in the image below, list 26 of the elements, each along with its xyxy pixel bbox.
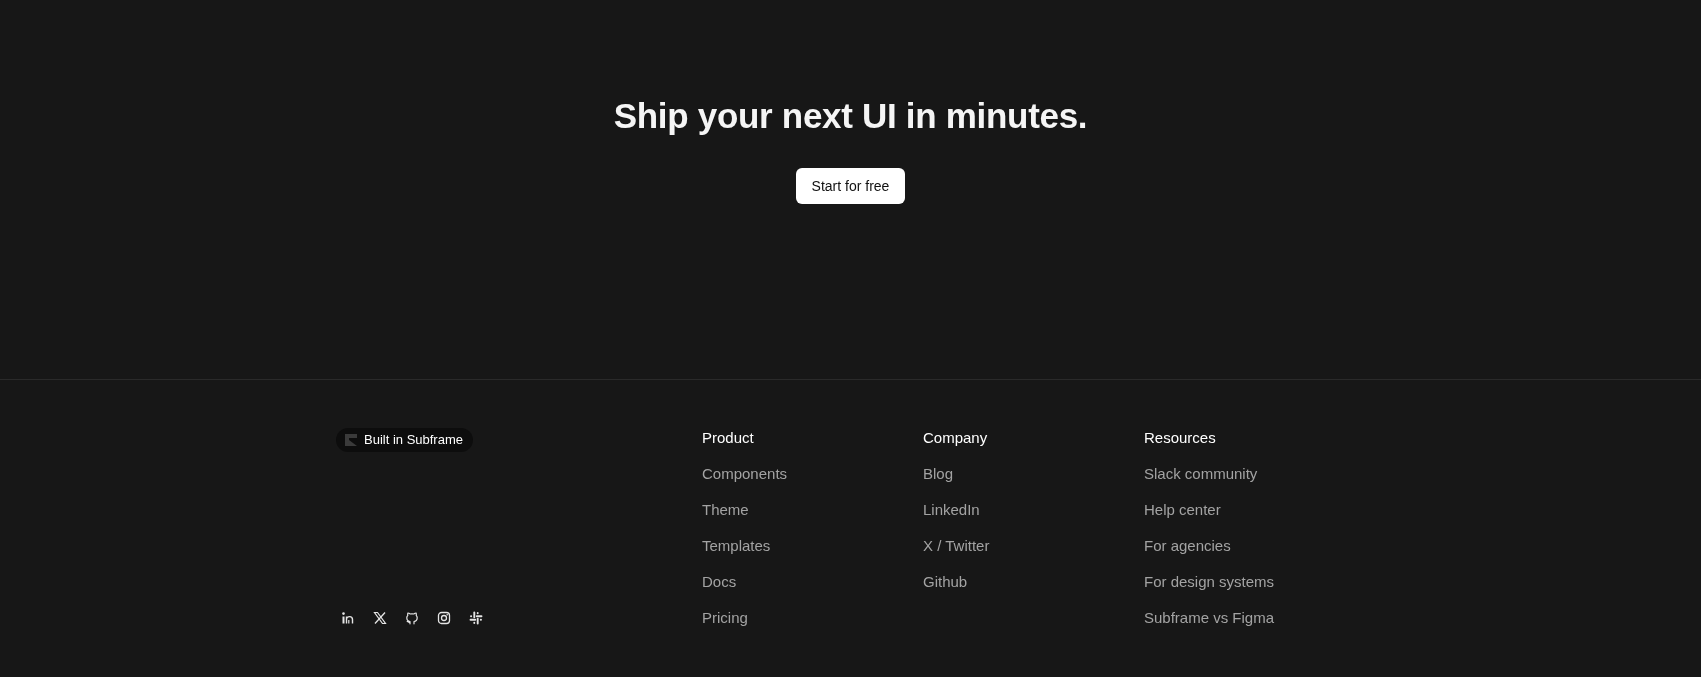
footer-link[interactable]: For agencies <box>1144 536 1231 556</box>
footer-link[interactable]: Theme <box>702 500 749 520</box>
column-heading: Product <box>702 428 754 448</box>
footer-link[interactable]: Subframe vs Figma <box>1144 608 1275 628</box>
footer-link[interactable]: Slack community <box>1144 464 1258 484</box>
footer-link[interactable]: Github <box>923 572 968 592</box>
hero-heading: Ship your next UI in minutes. <box>613 95 1088 137</box>
column-heading: Resources <box>1144 428 1216 448</box>
footer-link[interactable]: Components <box>702 464 788 484</box>
footer-link[interactable]: Docs <box>702 572 737 592</box>
built-in-badge[interactable]: Built in Subframe <box>336 428 473 452</box>
slack-icon[interactable] <box>469 611 483 625</box>
footer-link[interactable]: For design systems <box>1144 572 1275 592</box>
github-icon[interactable] <box>405 611 419 625</box>
linkedin-icon[interactable] <box>341 611 355 625</box>
footer-link[interactable]: Templates <box>702 536 771 556</box>
footer-link[interactable]: LinkedIn <box>923 500 980 520</box>
start-button[interactable]: Start for free <box>795 168 906 204</box>
column-heading: Company <box>923 428 988 448</box>
footer-link[interactable]: Help center <box>1144 500 1221 520</box>
instagram-icon[interactable] <box>437 611 451 625</box>
x-logo-icon[interactable] <box>373 611 387 625</box>
subframe-logo-icon <box>344 433 358 447</box>
footer-link[interactable]: Pricing <box>702 608 748 628</box>
footer-link[interactable]: X / Twitter <box>923 536 990 556</box>
footer-link[interactable]: Blog <box>923 464 954 484</box>
